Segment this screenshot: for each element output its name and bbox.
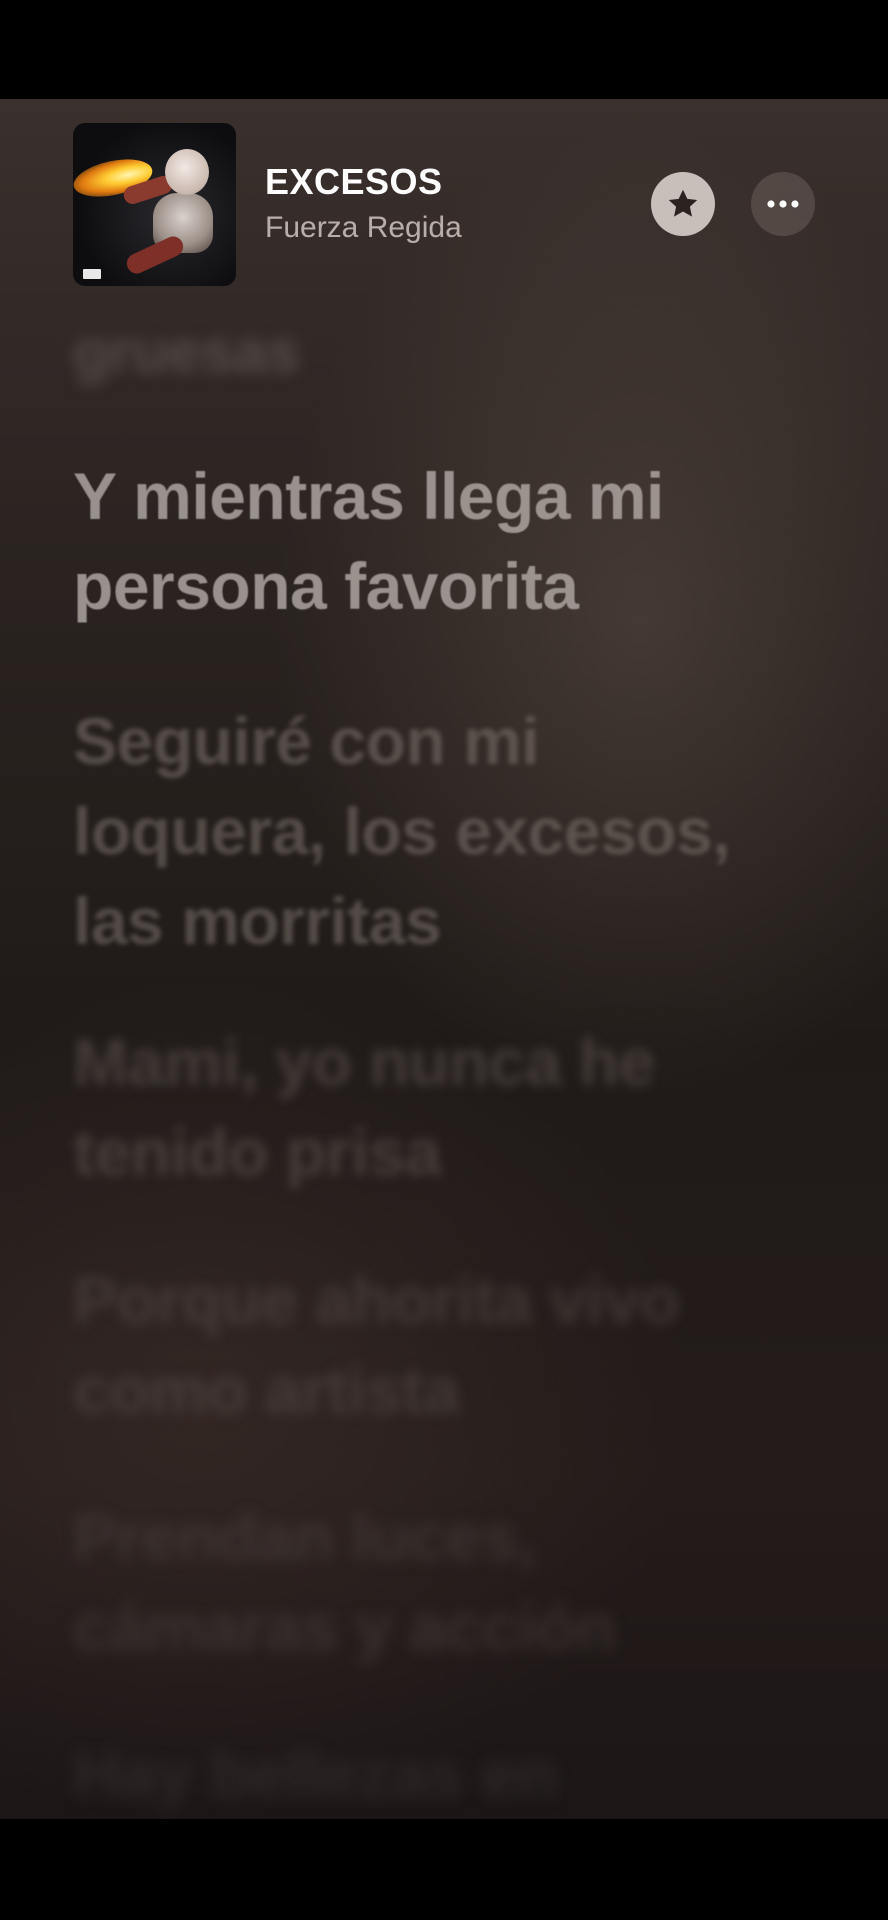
lyric-line-upcoming[interactable]: Porque ahorita vivo como artista (73, 1255, 833, 1435)
lyric-line-upcoming[interactable]: Hay bellezas en (73, 1729, 833, 1819)
ellipsis-icon (767, 200, 799, 208)
album-artwork[interactable] (73, 123, 236, 286)
lyric-text: Seguiré con mi (73, 704, 540, 778)
lyric-text: Hay bellezas en (73, 1737, 558, 1811)
lyric-line-upcoming[interactable]: Seguiré con mi loquera, los excesos, las… (73, 696, 833, 966)
song-title[interactable]: EXCESOS (265, 161, 443, 203)
now-playing-header: EXCESOS Fuerza Regida (0, 99, 888, 299)
top-letterbox (0, 0, 888, 99)
lyric-text: persona favorita (73, 549, 579, 623)
lyric-line-upcoming[interactable]: Mami, yo nunca he tenido prisa (73, 1017, 833, 1197)
song-artist[interactable]: Fuerza Regida (265, 211, 462, 245)
favorite-button[interactable] (651, 172, 715, 236)
star-icon (668, 189, 698, 217)
lyric-text: loquera, los excesos, (73, 794, 731, 868)
more-options-button[interactable] (751, 172, 815, 236)
lyric-text: gruesas (73, 318, 300, 385)
lyric-text: Prendan luces, (73, 1500, 536, 1574)
lyric-text: como artista (73, 1353, 460, 1427)
lyric-line-upcoming[interactable]: Prendan luces, cámaras y acción (73, 1492, 833, 1672)
lyric-text: tenido prisa (73, 1115, 442, 1189)
bottom-letterbox (0, 1819, 888, 1920)
lyric-line-previous[interactable]: gruesas (73, 307, 833, 397)
lyric-text: Mami, yo nunca he (73, 1025, 655, 1099)
lyric-line-current[interactable]: Y mientras llega mi persona favorita (73, 451, 833, 631)
lyric-text: las morritas (73, 884, 442, 958)
lyric-text: cámaras y acción (73, 1590, 616, 1664)
lyric-text: Porque ahorita vivo (73, 1263, 680, 1337)
explicit-badge (83, 269, 101, 279)
lyrics-screen: EXCESOS Fuerza Regida gruesas Y mientras… (0, 99, 888, 1819)
lyric-text: Y mientras llega mi (73, 459, 664, 533)
artwork-figure-head (165, 149, 209, 195)
